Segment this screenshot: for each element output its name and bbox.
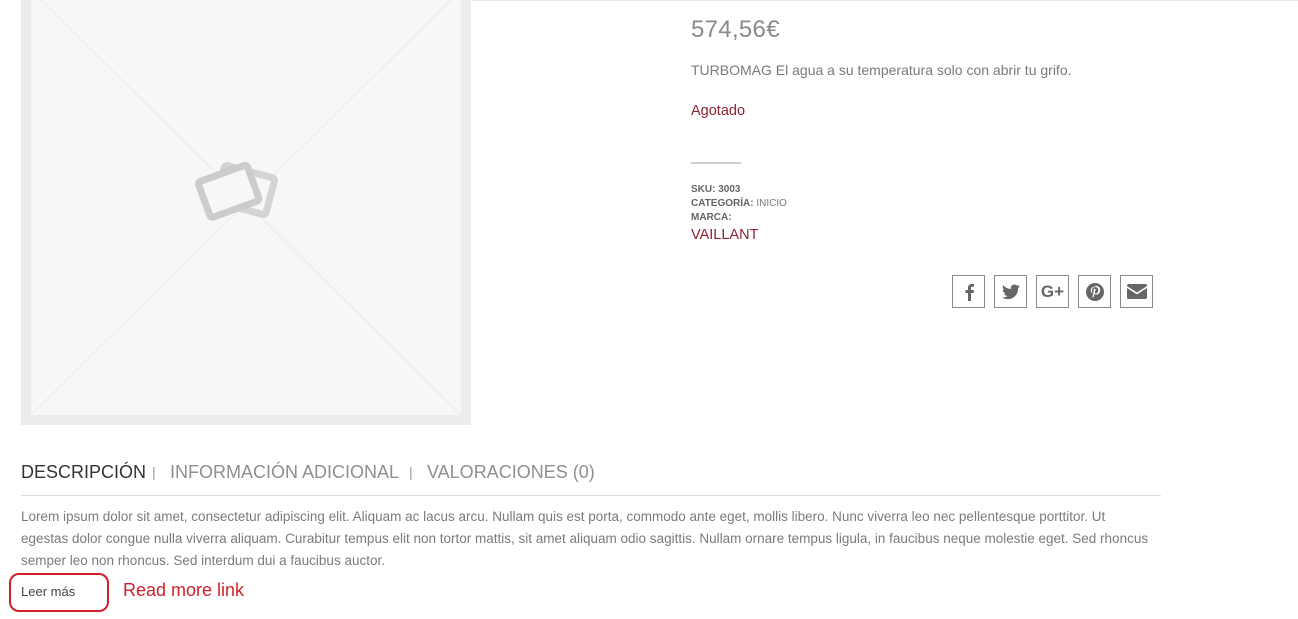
tab-additional-information[interactable]: INFORMACIÓN ADICIONAL [170,462,399,483]
share-buttons: G+ [952,275,1153,308]
product-tabs: DESCRIPCIÓN | INFORMACIÓN ADICIONAL | VA… [21,462,1161,496]
sku-row: SKU: 3003 [691,183,787,197]
envelope-icon [1126,284,1147,299]
sku-label: SKU: [691,184,716,195]
tab-separator: | [152,464,156,480]
category-label: CATEGORÍA: [691,198,754,209]
share-email-button[interactable] [1120,275,1153,308]
share-google-plus-button[interactable]: G+ [1036,275,1069,308]
google-plus-icon: G+ [1040,282,1065,301]
tab-separator: | [409,464,413,480]
tab-reviews[interactable]: VALORACIONES (0) [427,462,595,483]
brand-label: MARCA: [691,212,732,223]
facebook-icon [965,283,974,301]
pinterest-icon [1085,282,1104,301]
brand-row: MARCA: [691,211,787,225]
sku-value: 3003 [718,184,741,195]
product-meta: SKU: 3003 CATEGORÍA: INICIO MARCA: [691,183,787,225]
tab-description[interactable]: DESCRIPCIÓN [21,462,146,483]
share-pinterest-button[interactable] [1078,275,1111,308]
category-row: CATEGORÍA: INICIO [691,197,787,211]
brand-link[interactable]: VAILLANT [691,227,758,243]
annotation-highlight-box [9,573,109,612]
product-description: Lorem ipsum dolor sit amet, consectetur … [21,509,1149,568]
product-short-description: TURBOMAG El agua a su temperatura solo c… [691,62,1072,78]
product-price: 574,56€ [691,16,780,43]
share-twitter-button[interactable] [994,275,1027,308]
annotation-label: Read more link [123,580,245,600]
share-facebook-button[interactable] [952,275,985,308]
stock-status: Agotado [691,103,746,119]
top-divider [470,0,1298,1]
category-link[interactable]: INICIO [756,198,787,209]
summary-divider [691,162,741,164]
product-image[interactable] [21,0,471,425]
twitter-icon [1001,284,1020,299]
image-placeholder-icon [31,0,461,415]
